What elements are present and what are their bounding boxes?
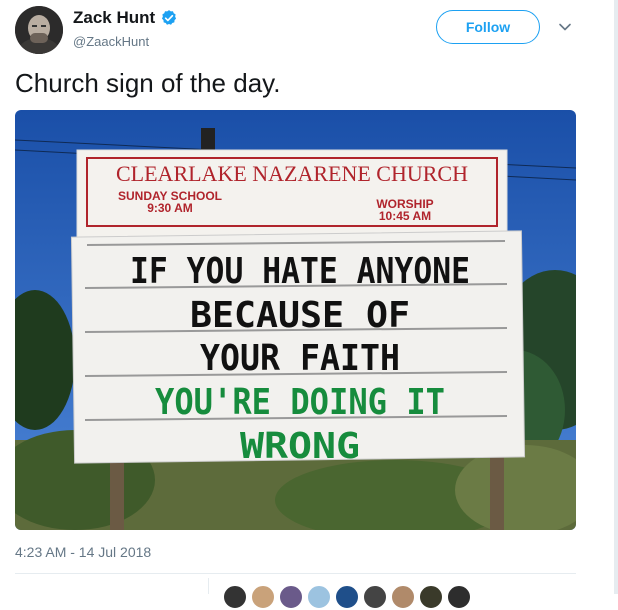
liker-avatar[interactable] [418, 584, 444, 610]
tweet-text: Church sign of the day. [15, 68, 281, 98]
display-name[interactable]: Zack Hunt [73, 8, 155, 28]
liker-avatar[interactable] [306, 584, 332, 610]
avatar-photo [15, 6, 63, 54]
church-sign-photo: CLEARLAKE NAZARENE CHURCH SUNDAY SCHOOL … [15, 110, 576, 530]
verified-badge-icon [162, 10, 177, 25]
follow-button[interactable]: Follow [436, 10, 540, 44]
stats-separator [208, 578, 209, 594]
avatar[interactable] [15, 6, 63, 54]
liker-avatar[interactable] [278, 584, 304, 610]
sign-line-4: YOU'RE DOING IT [155, 382, 445, 423]
sign-right-service-2: 10:45 AM [379, 209, 431, 223]
liker-avatar[interactable] [446, 584, 472, 610]
liker-avatar[interactable] [222, 584, 248, 610]
stats-divider [15, 573, 576, 574]
sign-left-service-2: 9:30 AM [147, 201, 193, 215]
author-name-row[interactable]: Zack Hunt [73, 8, 178, 28]
sign-line-3: YOUR FAITH [200, 338, 400, 379]
tweet-timestamp[interactable]: 4:23 AM - 14 Jul 2018 [15, 544, 151, 560]
liker-avatar[interactable] [250, 584, 276, 610]
sign-line-5: WRONG [240, 426, 360, 467]
liker-avatar[interactable] [390, 584, 416, 610]
chevron-down-icon[interactable] [558, 20, 572, 34]
sign-church-name: CLEARLAKE NAZARENE CHURCH [116, 161, 468, 186]
tweet-photo[interactable]: CLEARLAKE NAZARENE CHURCH SUNDAY SCHOOL … [15, 110, 576, 530]
liker-avatar[interactable] [334, 584, 360, 610]
sign-line-2: BECAUSE OF [190, 295, 410, 336]
liker-avatar[interactable] [362, 584, 388, 610]
user-handle[interactable]: @ZaackHunt [73, 34, 149, 49]
sign-line-1: IF YOU HATE ANYONE [130, 251, 470, 292]
timeline-border [614, 0, 618, 594]
